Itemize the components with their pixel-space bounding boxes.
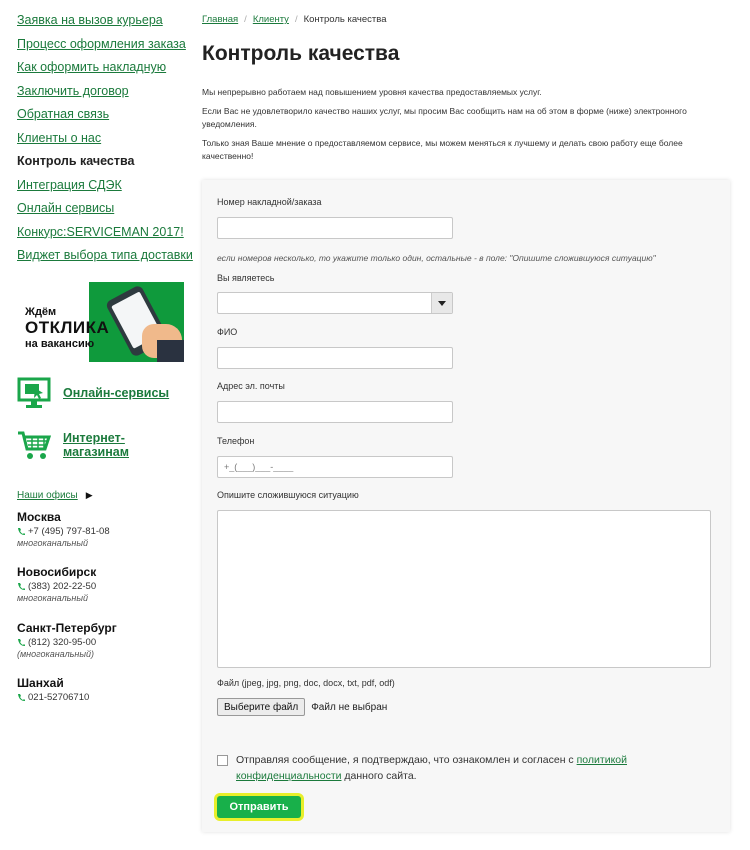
- sidebar-item-feedback[interactable]: Обратная связь: [17, 104, 187, 128]
- sidebar: Заявка на вызов курьера Процесс оформлен…: [17, 10, 193, 703]
- page-title: Контроль качества: [202, 42, 400, 65]
- city-phone-row: (812) 320-95-00: [17, 637, 187, 648]
- situation-label: Опишите сложившуюся ситуацию: [217, 490, 359, 500]
- arrow-right-icon: ▶: [85, 490, 93, 500]
- phone-icon: [18, 583, 25, 590]
- order-number-label: Номер накладной/заказа: [217, 197, 322, 207]
- sidebar-item-quality-active: Контроль качества: [17, 154, 135, 168]
- city-note: многоканальный: [17, 593, 88, 603]
- sidebar-item-reviews[interactable]: Клиенты о нас: [17, 128, 187, 152]
- consent-checkbox[interactable]: [217, 755, 228, 766]
- sidebar-item-integration[interactable]: Интеграция СДЭК: [17, 175, 187, 199]
- consent-text: Отправляя сообщение, я подтверждаю, что …: [236, 752, 667, 784]
- quality-form: Номер накладной/заказа если номеров неск…: [202, 180, 730, 832]
- banner-line-3: на вакансию: [25, 338, 95, 350]
- offices-link[interactable]: Наши офисы: [17, 490, 78, 501]
- online-services-link[interactable]: Онлайн-сервисы: [63, 386, 169, 400]
- sidebar-link[interactable]: Онлайн сервисы: [17, 201, 114, 215]
- sidebar-link[interactable]: Клиенты о нас: [17, 131, 101, 145]
- city-note: (многоканальный): [17, 649, 94, 659]
- breadcrumb-home[interactable]: Главная: [202, 14, 238, 25]
- email-label: Адрес эл. почты: [217, 381, 285, 391]
- order-number-input[interactable]: [217, 217, 453, 239]
- city-phone: (383) 202-22-50: [28, 581, 97, 592]
- situation-textarea[interactable]: [217, 510, 711, 668]
- shops-link-line-2: магазинам: [63, 445, 129, 459]
- sleeve-shape: [157, 340, 184, 362]
- office-novosibirsk: Новосибирск (383) 202-22-50 многоканальн…: [17, 565, 187, 603]
- vacancy-banner[interactable]: Ждём ОТКЛИКА на вакансию: [17, 282, 184, 362]
- monitor-icon: [17, 377, 51, 408]
- offices-link-block[interactable]: Наши офисы ▶: [17, 490, 93, 501]
- city-phone: +7 (495) 797-81-08: [28, 526, 110, 537]
- name-label: ФИО: [217, 327, 238, 337]
- sidebar-link[interactable]: Заключить договор: [17, 84, 129, 98]
- city-phone: 021-52706710: [28, 692, 90, 703]
- shopping-cart-icon: [18, 431, 51, 459]
- sidebar-item-widget[interactable]: Виджет выбора типа доставки: [17, 245, 193, 269]
- office-moscow: Москва +7 (495) 797-81-08 многоканальный: [17, 510, 187, 548]
- chevron-down-icon[interactable]: [431, 293, 452, 313]
- consent-text-before: Отправляя сообщение, я подтверждаю, что …: [236, 754, 577, 766]
- intro-text: Мы непрерывно работаем над повышением ур…: [202, 86, 722, 169]
- city-name: Шанхай: [17, 676, 64, 690]
- sidebar-link[interactable]: Заявка на вызов курьера: [17, 13, 163, 27]
- shops-link-line-1: Интернет-: [63, 431, 125, 445]
- sidebar-item-contest[interactable]: Конкурс:SERVICEMAN 2017!: [17, 222, 187, 246]
- banner-line-1: Ждём: [25, 306, 57, 318]
- file-label: Файл (jpeg, jpg, png, doc, docx, txt, pd…: [217, 678, 395, 688]
- sidebar-link[interactable]: Конкурс:SERVICEMAN 2017!: [17, 225, 184, 239]
- breadcrumb-current: Контроль качества: [303, 14, 387, 25]
- consent-row: Отправляя сообщение, я подтверждаю, что …: [217, 752, 667, 784]
- submit-button[interactable]: Отправить: [217, 796, 301, 818]
- sidebar-link[interactable]: Виджет выбора типа доставки: [17, 248, 193, 262]
- sidebar-item-order-process[interactable]: Процесс оформления заказа: [17, 34, 187, 58]
- phone-label: Телефон: [217, 436, 255, 446]
- file-upload: Выберите файл Файл не выбран: [217, 698, 387, 716]
- shops-block[interactable]: Интернет- магазинам: [17, 428, 129, 462]
- city-name: Москва: [17, 510, 61, 524]
- sidebar-item-courier[interactable]: Заявка на вызов курьера: [17, 10, 187, 34]
- city-phone: (812) 320-95-00: [28, 637, 97, 648]
- sidebar-menu: Заявка на вызов курьера Процесс оформлен…: [17, 10, 193, 269]
- breadcrumb: Главная / Клиенту / Контроль качества: [202, 14, 386, 25]
- city-phone-row: +7 (495) 797-81-08: [17, 526, 187, 537]
- breadcrumb-separator: /: [244, 14, 247, 25]
- shops-link[interactable]: Интернет- магазинам: [63, 431, 129, 459]
- intro-paragraph: Мы непрерывно работаем над повышением ур…: [202, 87, 542, 97]
- sidebar-link[interactable]: Как оформить накладную: [17, 60, 166, 74]
- sidebar-item-contract[interactable]: Заключить договор: [17, 81, 187, 105]
- phone-icon: [18, 694, 25, 701]
- sidebar-item-online[interactable]: Онлайн сервисы: [17, 198, 187, 222]
- role-label: Вы являетесь: [217, 273, 275, 283]
- office-saint-petersburg: Санкт-Петербург (812) 320-95-00 (многока…: [17, 621, 187, 659]
- banner-line-2: ОТКЛИКА: [25, 318, 110, 337]
- city-note: многоканальный: [17, 538, 88, 548]
- breadcrumb-clients[interactable]: Клиенту: [253, 14, 289, 25]
- sidebar-item-invoice[interactable]: Как оформить накладную: [17, 57, 187, 81]
- office-shanghai: Шанхай 021-52706710: [17, 676, 187, 703]
- sidebar-link[interactable]: Интеграция СДЭК: [17, 178, 122, 192]
- file-status: Файл не выбран: [311, 701, 388, 713]
- intro-paragraph: Только зная Ваше мнение о предоставляемо…: [202, 138, 683, 161]
- city-phone-row: (383) 202-22-50: [17, 581, 187, 592]
- city-name: Санкт-Петербург: [17, 621, 117, 635]
- online-services-block[interactable]: Онлайн-сервисы: [17, 376, 169, 410]
- city-phone-row: 021-52706710: [17, 692, 187, 703]
- city-name: Новосибирск: [17, 565, 97, 579]
- consent-text-after: данного сайта.: [341, 770, 417, 782]
- order-number-hint: если номеров несколько, то укажите тольк…: [217, 253, 656, 263]
- sidebar-link[interactable]: Обратная связь: [17, 107, 109, 121]
- intro-paragraph: Если Вас не удовлетворило качество наших…: [202, 106, 687, 129]
- role-select[interactable]: [217, 292, 453, 314]
- breadcrumb-separator: /: [294, 14, 298, 25]
- name-input[interactable]: [217, 347, 453, 369]
- phone-input[interactable]: [217, 456, 453, 478]
- email-input[interactable]: [217, 401, 453, 423]
- phone-icon: [18, 639, 25, 646]
- sidebar-link[interactable]: Процесс оформления заказа: [17, 37, 186, 51]
- choose-file-button[interactable]: Выберите файл: [217, 698, 306, 716]
- phone-icon: [18, 528, 25, 535]
